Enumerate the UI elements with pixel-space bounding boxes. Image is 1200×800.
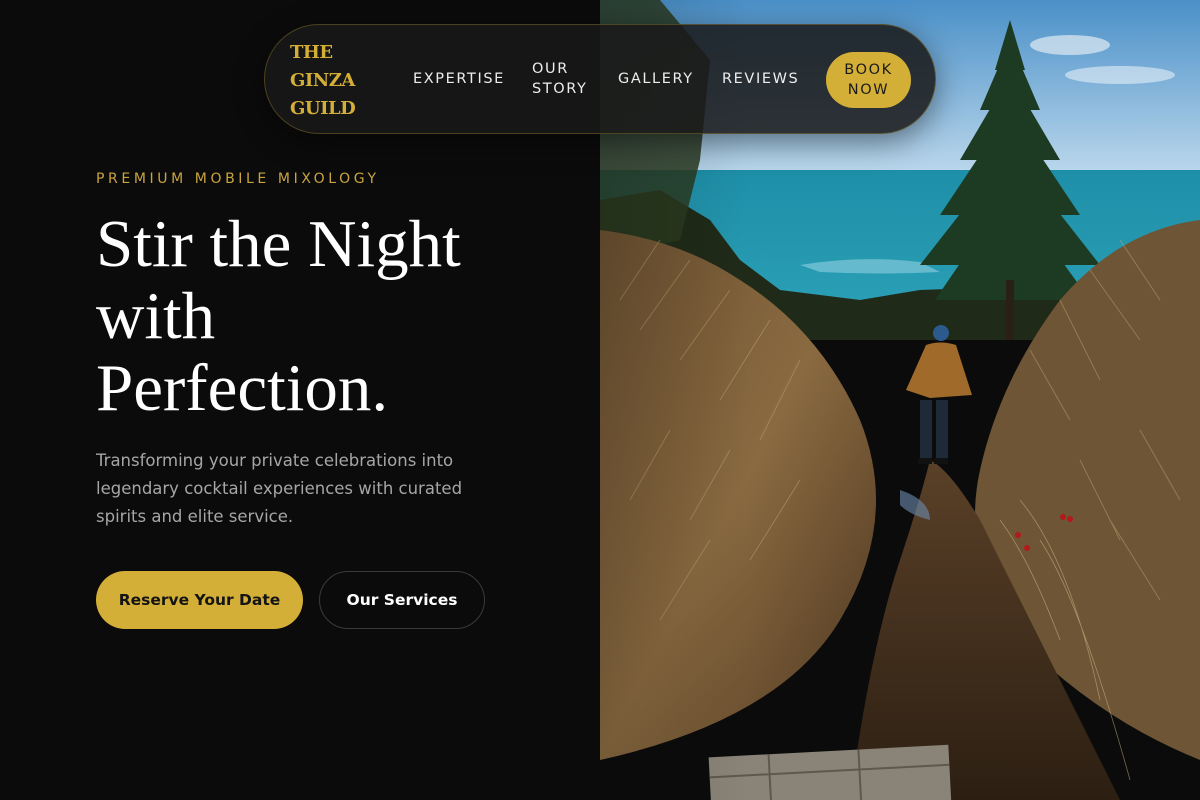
nav-link-reviews[interactable]: REVIEWS: [722, 69, 799, 89]
book-now-line-2: NOW: [847, 82, 890, 98]
hero-headline: Stir the Night with Perfection.: [96, 208, 461, 424]
nav-link-gallery[interactable]: GALLERY: [618, 69, 694, 89]
brand-line-1: THE: [290, 42, 333, 63]
brand-logo[interactable]: THE GINZA GUILD: [290, 39, 356, 123]
hero-headline-line-3: Perfection.: [96, 351, 389, 425]
reserve-date-button[interactable]: Reserve Your Date: [96, 571, 303, 629]
hero-description-line-3: spirits and elite service.: [96, 507, 294, 526]
book-now-line-1: BOOK: [844, 62, 893, 78]
book-now-button[interactable]: BOOK NOW: [826, 52, 911, 108]
landing-page: THE GINZA GUILD EXPERTISE OUR STORY GALL…: [0, 0, 1200, 800]
nav-link-expertise[interactable]: EXPERTISE: [413, 69, 505, 89]
main-navigation: THE GINZA GUILD EXPERTISE OUR STORY GALL…: [264, 24, 936, 134]
nav-link-our-story-line-2: STORY: [532, 81, 588, 97]
nav-link-our-story[interactable]: OUR STORY: [532, 59, 587, 99]
brand-line-2: GINZA: [290, 70, 355, 91]
brand-line-3: GUILD: [290, 98, 356, 119]
hero-description-line-1: Transforming your private celebrations i…: [96, 451, 454, 470]
our-services-button[interactable]: Our Services: [319, 571, 485, 629]
hero-description: Transforming your private celebrations i…: [96, 447, 516, 531]
nav-link-our-story-line-1: OUR: [532, 61, 569, 77]
hero-eyebrow: PREMIUM MOBILE MIXOLOGY: [96, 171, 380, 187]
hero-headline-line-1: Stir the Night: [96, 207, 461, 281]
hero-headline-line-2: with: [96, 279, 216, 353]
hero-description-line-2: legendary cocktail experiences with cura…: [96, 479, 463, 498]
